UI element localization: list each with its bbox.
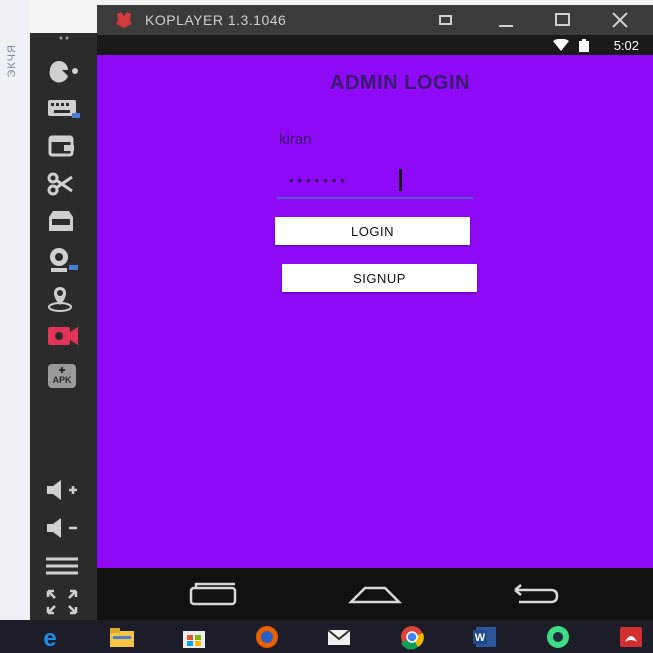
login-button[interactable]: LOGIN — [275, 217, 470, 245]
window-title: KOPLAYER 1.3.1046 — [145, 12, 287, 28]
apk-install-icon[interactable]: APK — [42, 361, 84, 391]
file-explorer-icon[interactable] — [107, 624, 137, 650]
windows-taskbar: e W — [0, 620, 653, 653]
maximize-icon[interactable] — [550, 9, 576, 31]
record-icon[interactable] — [42, 321, 84, 351]
svg-text:APK: APK — [52, 375, 72, 385]
volume-up-icon[interactable] — [42, 475, 84, 505]
store-icon[interactable] — [179, 624, 209, 650]
text-cursor — [399, 169, 402, 191]
scissors-icon[interactable] — [42, 169, 84, 199]
volume-down-icon[interactable] — [42, 513, 84, 543]
firefox-icon[interactable] — [252, 624, 282, 650]
toolbar-handle-icon[interactable] — [58, 35, 70, 41]
minimize-icon[interactable] — [493, 9, 519, 31]
word-icon[interactable]: W — [470, 624, 500, 650]
android-studio-icon[interactable] — [543, 624, 573, 650]
chrome-icon[interactable] — [397, 624, 427, 650]
acrobat-icon[interactable] — [616, 624, 646, 650]
fullscreen-icon[interactable] — [42, 587, 84, 617]
signup-button[interactable]: SIGNUP — [282, 264, 477, 292]
password-field[interactable]: ••••••• — [277, 165, 473, 199]
emulator-title-bar: KOPLAYER 1.3.1046 — [97, 5, 653, 35]
screenshot-icon[interactable] — [42, 131, 84, 161]
svg-text:e: e — [43, 625, 56, 650]
menu-icon[interactable] — [42, 551, 84, 581]
page-title: ADMIN LOGIN — [330, 72, 470, 94]
keyboard-icon[interactable] — [42, 93, 84, 123]
back-icon[interactable] — [503, 578, 563, 612]
emulator-toolbar: APK — [30, 33, 98, 620]
background-text: ЭКЧЯ — [6, 44, 18, 78]
svg-text:W: W — [475, 632, 486, 644]
koplayer-logo-icon — [116, 12, 132, 28]
password-value: ••••••• — [289, 173, 349, 188]
gamepad-icon[interactable] — [42, 55, 84, 85]
edge-icon[interactable]: e — [35, 624, 65, 650]
location-icon[interactable] — [42, 283, 84, 313]
battery-icon — [579, 39, 589, 52]
desktop-background: ЭКЧЯ — [0, 0, 30, 620]
username-field[interactable]: kiran — [279, 131, 312, 148]
wifi-icon — [553, 39, 569, 51]
camera-icon[interactable] — [42, 245, 84, 275]
status-bar: 5:02 — [97, 35, 653, 55]
restore-window-icon[interactable] — [433, 9, 459, 31]
recent-apps-icon[interactable] — [183, 578, 243, 612]
app-screen: ADMIN LOGIN kiran ••••••• LOGIN SIGNUP — [97, 55, 653, 568]
status-time: 5:02 — [613, 38, 639, 53]
home-icon[interactable] — [345, 578, 405, 612]
android-nav-bar — [97, 568, 653, 620]
inbox-icon[interactable] — [42, 207, 84, 237]
close-icon[interactable] — [607, 9, 633, 31]
mail-icon[interactable] — [324, 624, 354, 650]
